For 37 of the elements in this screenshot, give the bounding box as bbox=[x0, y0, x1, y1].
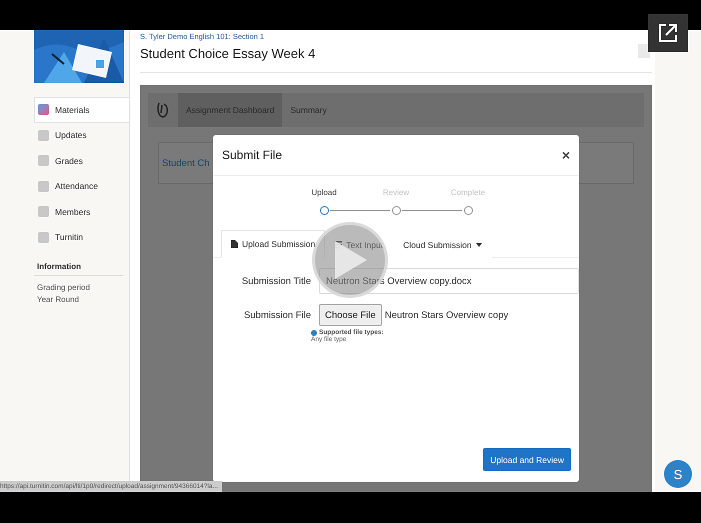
field-label: Submission Title bbox=[240, 276, 312, 286]
sidebar-item[interactable]: Updates bbox=[34, 122, 129, 148]
open-external-button[interactable] bbox=[648, 14, 688, 52]
caret-icon bbox=[476, 242, 482, 246]
file-icon bbox=[231, 240, 238, 248]
menu-icon bbox=[38, 155, 49, 166]
info-text: Grading period bbox=[36, 282, 91, 294]
section-heading: Information bbox=[34, 262, 123, 276]
file-name: Neutron Stars Overview copy bbox=[384, 310, 508, 320]
dialog-title: Submit File bbox=[222, 148, 282, 162]
step-label: Complete bbox=[450, 188, 486, 197]
close-button[interactable]: × bbox=[562, 147, 570, 163]
info-text: Year Round bbox=[36, 294, 80, 306]
menu-icon bbox=[38, 232, 49, 243]
menu-icon bbox=[38, 104, 49, 116]
field-label: Submission File bbox=[242, 310, 312, 320]
choose-file-button[interactable]: Choose File bbox=[319, 304, 382, 326]
sidebar-item[interactable]: Attendance bbox=[34, 174, 129, 199]
sidebar-item[interactable]: Turnitin bbox=[34, 224, 129, 250]
sidebar-item[interactable]: Members bbox=[34, 199, 129, 224]
step-connector bbox=[402, 210, 462, 211]
menu-icon bbox=[38, 206, 49, 218]
menu-icon bbox=[38, 130, 49, 141]
upload-button[interactable]: Upload and Review bbox=[483, 448, 571, 471]
page-title: Student Choice Essay Week 4 bbox=[140, 46, 316, 61]
sidebar-item[interactable]: Materials bbox=[34, 97, 129, 122]
external-link-icon bbox=[658, 23, 678, 43]
tab[interactable]: Upload Submission bbox=[221, 230, 326, 258]
menu-icon bbox=[38, 180, 49, 192]
sidebar-item[interactable]: Grades bbox=[34, 148, 129, 174]
info-icon bbox=[311, 330, 317, 336]
step-label: Upload bbox=[311, 188, 337, 197]
step-connector bbox=[330, 210, 390, 211]
logo-icon bbox=[156, 101, 170, 119]
title-field[interactable]: Neutron Stars Overview copy.docx bbox=[319, 268, 579, 294]
card-title: Student Ch bbox=[162, 158, 210, 168]
step-label: Review bbox=[382, 188, 410, 197]
